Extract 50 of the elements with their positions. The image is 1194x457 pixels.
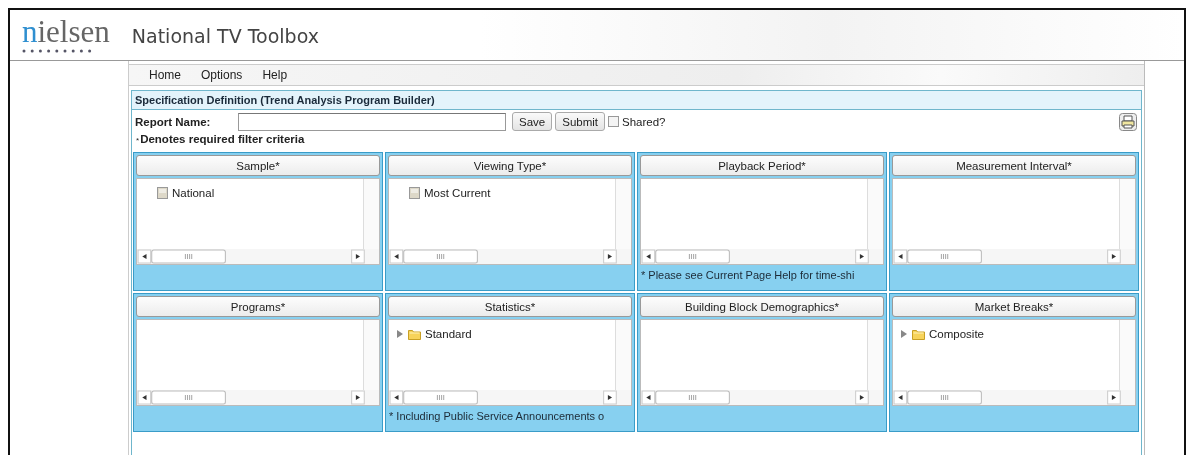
tree-item[interactable]: Most Current: [424, 187, 491, 199]
panel-header: Playback Period*: [640, 155, 884, 176]
shared-checkbox[interactable]: [608, 116, 619, 127]
panel-header: Programs*: [136, 296, 380, 317]
folder-icon: [408, 328, 421, 340]
field-label: Report Name:: [135, 115, 212, 128]
tree-item[interactable]: Composite: [929, 328, 984, 340]
horizontal-scrollbar[interactable]: [893, 390, 1135, 405]
panel-header: Measurement Interval*: [892, 155, 1136, 176]
action-button[interactable]: Submit: [555, 112, 605, 131]
expand-icon[interactable]: [899, 329, 908, 339]
vertical-scrollbar[interactable]: [867, 179, 883, 249]
horizontal-scrollbar[interactable]: [641, 390, 883, 405]
horizontal-scrollbar[interactable]: [641, 249, 883, 264]
panel-header: Sample*: [136, 155, 380, 176]
document-icon: [409, 187, 420, 199]
panel-note: * Please see Current Page Help for time-shi: [640, 268, 856, 281]
horizontal-scrollbar[interactable]: [137, 390, 379, 405]
vertical-scrollbar[interactable]: [1119, 320, 1135, 390]
vertical-scrollbar[interactable]: [363, 320, 379, 390]
print-icon[interactable]: [1119, 112, 1137, 131]
menu-item[interactable]: Help: [254, 68, 300, 82]
vertical-scrollbar[interactable]: [615, 179, 631, 249]
nielsen-logo: nielsen: [22, 17, 110, 46]
report-name-field[interactable]: [238, 112, 506, 131]
menu-item[interactable]: Home: [141, 68, 193, 82]
horizontal-scrollbar[interactable]: [389, 390, 631, 405]
section-title: Specification Definition (Trend Analysis Program Builder): [132, 91, 1141, 110]
vertical-scrollbar[interactable]: [363, 179, 379, 249]
tree-item[interactable]: Standard: [425, 328, 472, 340]
expand-icon[interactable]: [395, 329, 404, 339]
checkbox-label: Shared?: [622, 115, 666, 128]
vertical-scrollbar[interactable]: [1119, 179, 1135, 249]
panel-header: Building Block Demographics*: [640, 296, 884, 317]
action-button[interactable]: Save: [512, 112, 553, 131]
tree-item[interactable]: National: [172, 187, 215, 199]
panel-header: Market Breaks*: [892, 296, 1136, 317]
horizontal-scrollbar[interactable]: [389, 249, 631, 264]
document-icon: [157, 187, 168, 199]
horizontal-scrollbar[interactable]: [893, 249, 1135, 264]
vertical-scrollbar[interactable]: [615, 320, 631, 390]
menu-item[interactable]: Options: [193, 68, 255, 82]
folder-icon: [912, 328, 925, 340]
horizontal-scrollbar[interactable]: [137, 249, 379, 264]
panel-header: Statistics*: [388, 296, 632, 317]
panel-note: * Including Public Service Announcements o: [388, 409, 606, 422]
vertical-scrollbar[interactable]: [867, 320, 883, 390]
dots-icon: [22, 48, 92, 53]
app-title: National TV Toolbox: [131, 25, 319, 47]
panel-header: Viewing Type*: [388, 155, 632, 176]
